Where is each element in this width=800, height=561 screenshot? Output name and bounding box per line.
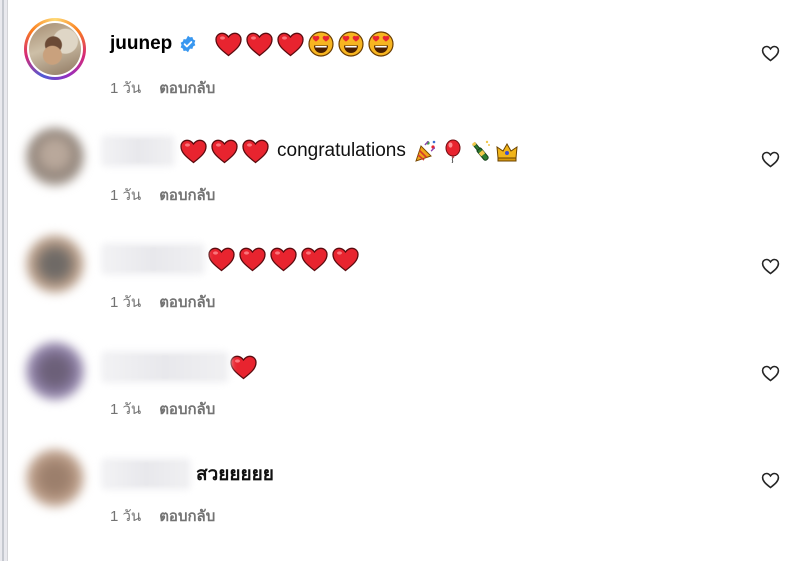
comment-meta: 1 วัน ตอบกลับ	[110, 397, 215, 421]
heart-outline-icon[interactable]	[761, 257, 780, 275]
avatar-image	[26, 342, 84, 400]
crown-icon	[495, 139, 519, 163]
avatar[interactable]	[26, 235, 84, 293]
emoji-group	[208, 247, 359, 272]
comment-line	[104, 353, 263, 381]
avatar-image	[26, 235, 84, 293]
red-heart-icon	[180, 139, 207, 164]
red-heart-icon	[215, 32, 242, 57]
comment-item: congratulations 1 วัน ตอบกลับ	[0, 126, 800, 226]
avatar-image	[29, 23, 81, 75]
avatar[interactable]	[26, 342, 84, 400]
avatar-image	[26, 449, 84, 507]
reply-button[interactable]: ตอบกลับ	[159, 504, 215, 528]
username[interactable]	[104, 461, 188, 487]
reply-button[interactable]: ตอบกลับ	[159, 183, 215, 207]
red-heart-icon	[246, 32, 273, 57]
red-heart-icon	[301, 247, 328, 272]
red-heart-icon	[242, 139, 269, 164]
reply-button[interactable]: ตอบกลับ	[159, 397, 215, 421]
comment-item: สวยยยยย 1 วัน ตอบกลับ	[0, 447, 800, 547]
reply-button[interactable]: ตอบกลับ	[159, 76, 215, 100]
verified-badge-icon	[179, 35, 197, 53]
comment-meta: 1 วัน ตอบกลับ	[110, 183, 215, 207]
comment-line: congratulations	[104, 137, 519, 165]
comment-meta: 1 วัน ตอบกลับ	[110, 290, 215, 314]
comment-item: 1 วัน ตอบกลับ	[0, 340, 800, 440]
red-heart-icon	[230, 355, 257, 380]
comment-text: สวยยยยย	[196, 464, 274, 485]
heart-eyes-face-icon	[368, 31, 394, 57]
comment-time[interactable]: 1 วัน	[110, 76, 141, 100]
comment-meta: 1 วัน ตอบกลับ	[110, 76, 215, 100]
heart-eyes-face-icon	[308, 31, 334, 57]
balloon-icon	[441, 139, 465, 163]
red-heart-icon	[270, 247, 297, 272]
comment-text: congratulations	[277, 140, 406, 161]
heart-eyes-face-icon	[338, 31, 364, 57]
avatar[interactable]	[26, 449, 84, 507]
party-popper-icon	[414, 139, 438, 163]
red-heart-icon	[208, 247, 235, 272]
username[interactable]	[104, 354, 226, 380]
avatar[interactable]	[24, 18, 86, 80]
emoji-group	[215, 31, 394, 57]
comment-time[interactable]: 1 วัน	[110, 504, 141, 528]
comments-panel: juunep 1 วัน ตอบกลับ congratulations 1 ว…	[0, 0, 800, 561]
comment-time[interactable]: 1 วัน	[110, 397, 141, 421]
red-heart-icon	[332, 247, 359, 272]
heart-outline-icon[interactable]	[761, 471, 780, 489]
avatar[interactable]	[26, 128, 84, 186]
red-heart-icon	[277, 32, 304, 57]
red-heart-icon	[239, 247, 266, 272]
emoji-group	[180, 139, 269, 164]
avatar-image	[26, 128, 84, 186]
comment-item: 1 วัน ตอบกลับ	[0, 233, 800, 333]
comment-item: juunep 1 วัน ตอบกลับ	[0, 18, 800, 118]
red-heart-icon	[211, 139, 238, 164]
comment-line: juunep	[110, 30, 394, 58]
comment-meta: 1 วัน ตอบกลับ	[110, 504, 215, 528]
comment-time[interactable]: 1 วัน	[110, 183, 141, 207]
champagne-icon	[468, 139, 492, 163]
comment-line	[104, 245, 365, 273]
heart-outline-icon[interactable]	[761, 44, 780, 62]
username[interactable]: juunep	[110, 33, 172, 55]
reply-button[interactable]: ตอบกลับ	[159, 290, 215, 314]
comment-time[interactable]: 1 วัน	[110, 290, 141, 314]
username[interactable]	[104, 138, 172, 164]
heart-outline-icon[interactable]	[761, 150, 780, 168]
emoji-group	[230, 355, 257, 380]
comment-line: สวยยยยย	[104, 460, 274, 488]
heart-outline-icon[interactable]	[761, 364, 780, 382]
username[interactable]	[104, 246, 202, 272]
